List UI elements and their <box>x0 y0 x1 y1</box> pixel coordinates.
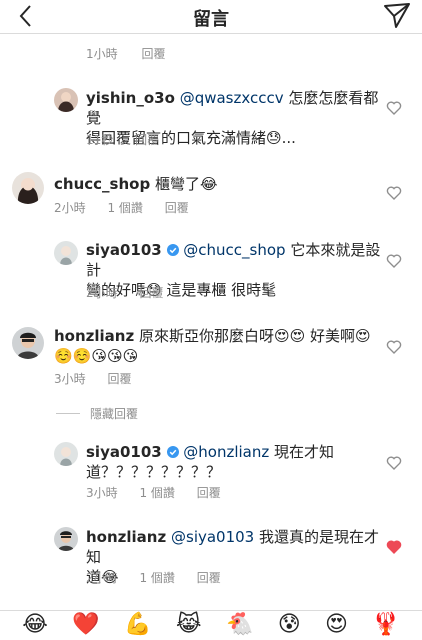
direct-send-icon[interactable] <box>382 1 412 29</box>
emoji-muscle-button[interactable]: 💪 <box>124 610 151 640</box>
comment-time: 2小時 <box>54 201 86 215</box>
reply-button[interactable]: 回覆 <box>107 372 131 386</box>
comment-time: 3小時 <box>54 372 86 386</box>
reply-button[interactable]: 回覆 <box>141 47 165 61</box>
mention-link[interactable]: @siya0103 <box>171 528 254 546</box>
emoji-heart-eyes-button[interactable]: 😍 <box>325 610 348 640</box>
reply-button[interactable]: 回覆 <box>135 133 159 147</box>
comment-meta: 3小時 回覆 <box>54 370 149 387</box>
emoji-lobster-button[interactable]: 🦞 <box>372 610 399 640</box>
avatar[interactable] <box>54 241 78 265</box>
reply-button[interactable]: 回覆 <box>197 486 221 500</box>
divider <box>56 413 80 414</box>
emoji-cat-joy-button[interactable]: 😹 <box>176 610 202 640</box>
like-heart-icon[interactable] <box>386 100 402 116</box>
comment-time: 1小時 <box>86 47 118 61</box>
comment-text: siya0103 @honzlianz 現在才知 道？？？？？？？？ <box>86 443 335 481</box>
comment-time: 3小時 <box>86 486 118 500</box>
avatar[interactable] <box>54 88 78 112</box>
comment-username[interactable]: honzlianz <box>54 327 134 345</box>
avatar[interactable] <box>54 442 78 466</box>
page-title: 留言 <box>193 9 229 30</box>
reply-button[interactable]: 回覆 <box>139 286 163 300</box>
verified-badge-icon <box>166 446 179 458</box>
emoji-sweat-button[interactable]: 😰 <box>278 610 301 640</box>
emoji-quick-bar: 😂 ❤️ 💪 😹 🐔 😰 😍 🦞 <box>0 610 422 640</box>
like-heart-icon[interactable] <box>386 185 402 201</box>
comment-time: 11秒 <box>86 133 114 147</box>
hide-replies-toggle[interactable]: 隱藏回覆 <box>56 405 138 422</box>
comment-time: 2小時 <box>86 286 118 300</box>
comment-username[interactable]: chucc_shop <box>54 175 150 193</box>
emoji-chicken-button[interactable]: 🐔 <box>226 610 253 640</box>
like-count[interactable]: 1 個讚 <box>107 201 142 215</box>
liked-heart-icon[interactable] <box>386 539 402 555</box>
comment-meta: 11秒 回覆 <box>86 131 177 148</box>
avatar[interactable] <box>54 527 78 551</box>
like-heart-icon[interactable] <box>386 339 402 355</box>
comment-meta: 2小時 1 個讚 回覆 <box>86 569 239 586</box>
like-count[interactable]: 1 個讚 <box>139 486 174 500</box>
comment-username[interactable]: siya0103 <box>86 241 162 259</box>
like-count[interactable]: 1 個讚 <box>139 571 174 585</box>
emoji-heart-button[interactable]: ❤️ <box>72 610 99 640</box>
top-navigation-bar: 留言 <box>0 0 422 34</box>
reply-button[interactable]: 回覆 <box>197 571 221 585</box>
reply-button[interactable]: 回覆 <box>165 201 189 215</box>
avatar[interactable] <box>12 327 44 359</box>
previous-comment-meta: 1小時 回覆 <box>86 45 185 62</box>
comment-text: chucc_shop 櫃彎了😂 <box>54 175 218 193</box>
avatar[interactable] <box>12 172 44 204</box>
comment-time: 2小時 <box>86 571 118 585</box>
comment-meta: 2小時 回覆 <box>86 284 181 301</box>
comment-meta: 3小時 1 個讚 回覆 <box>86 484 239 501</box>
emoji-joy-button[interactable]: 😂 <box>22 610 48 640</box>
comment-text: honzlianz 原來斯亞你那麼白呀😍😍 好美啊😍 ☺️☺️😘😘😘 <box>54 327 371 365</box>
mention-link[interactable]: @chucc_shop <box>183 241 285 259</box>
comment-username[interactable]: honzlianz <box>86 528 166 546</box>
like-heart-icon[interactable] <box>386 455 402 471</box>
like-heart-icon[interactable] <box>386 253 402 269</box>
hide-replies-label: 隱藏回覆 <box>90 407 139 421</box>
verified-badge-icon <box>166 244 179 256</box>
mention-link[interactable]: @qwaszxcccv <box>180 89 284 107</box>
comment-username[interactable]: siya0103 <box>86 443 162 461</box>
mention-link[interactable]: @honzlianz <box>183 443 269 461</box>
comment-username[interactable]: yishin_o3o <box>86 89 175 107</box>
comment-meta: 2小時 1 個讚 回覆 <box>54 199 207 216</box>
